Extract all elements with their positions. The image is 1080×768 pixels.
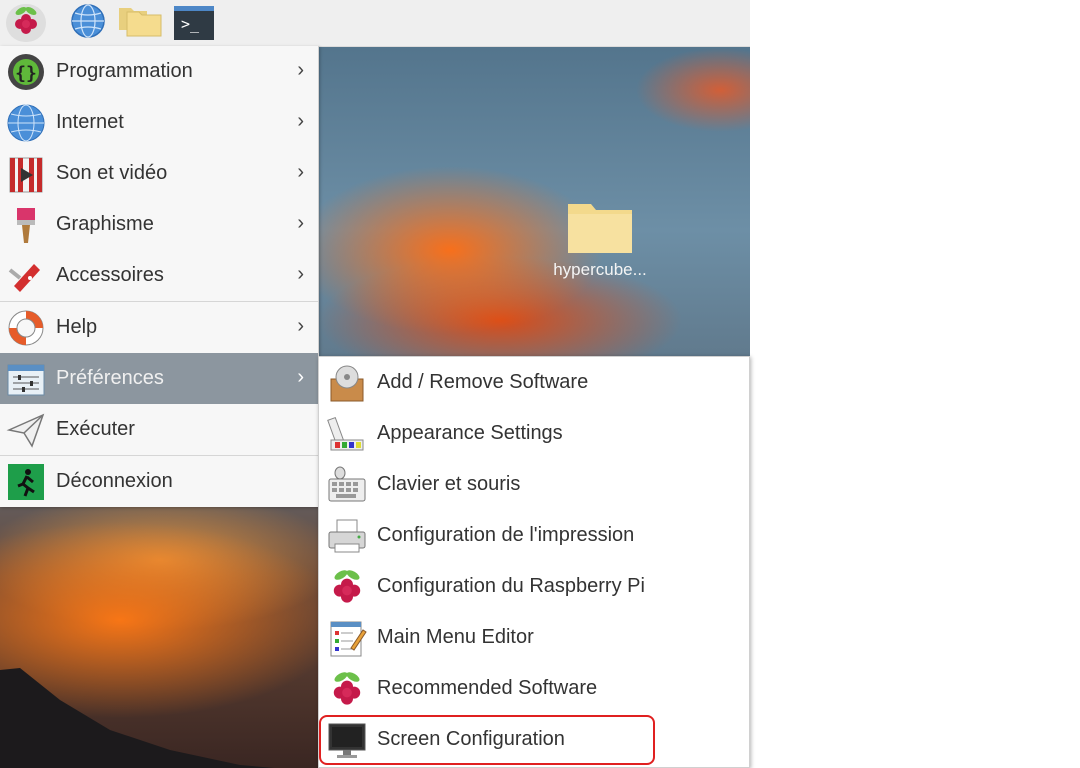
submenu-item-label: Clavier et souris	[377, 473, 521, 495]
menu-item-label: Internet	[56, 111, 124, 133]
menu-item-label: Déconnexion	[56, 470, 173, 492]
submenu-item-configuration-impression[interactable]: Configuration de l'impression	[319, 510, 749, 561]
chevron-right-icon: ›	[297, 212, 304, 234]
globe-icon	[4, 101, 48, 145]
menu-item-preferences[interactable]: Préférences ›	[0, 353, 318, 404]
menu-item-label: Préférences	[56, 367, 164, 389]
submenu-item-appearance-settings[interactable]: Appearance Settings	[319, 408, 749, 459]
exit-icon	[4, 460, 48, 504]
menu-item-son-et-video[interactable]: Son et vidéo ›	[0, 148, 318, 199]
palette-icon	[325, 412, 369, 456]
video-icon	[4, 152, 48, 196]
keyboard-mouse-icon	[325, 463, 369, 507]
lifebuoy-icon	[4, 306, 48, 350]
folder-icon	[567, 200, 633, 254]
menu-item-executer[interactable]: Exécuter	[0, 404, 318, 455]
submenu-item-label: Add / Remove Software	[377, 371, 589, 393]
terminal-button[interactable]: >_	[174, 4, 214, 42]
web-browser-button[interactable]	[68, 3, 108, 44]
menu-item-deconnexion[interactable]: Déconnexion	[0, 456, 318, 507]
menu-item-label: Help	[56, 316, 98, 338]
package-icon	[325, 361, 369, 405]
submenu-item-add-remove-software[interactable]: Add / Remove Software	[319, 357, 749, 408]
desktop-folder[interactable]: hypercube...	[545, 200, 655, 280]
menu-item-label: Accessoires	[56, 264, 164, 286]
taskbar: >_	[0, 0, 750, 47]
menu-item-label: Graphisme	[56, 213, 154, 235]
desktop-folder-label: hypercube...	[553, 260, 647, 279]
menu-item-label: Programmation	[56, 60, 193, 82]
menu-item-label: Exécuter	[56, 418, 135, 440]
globe-icon	[70, 3, 106, 44]
menu-item-help[interactable]: Help ›	[0, 302, 318, 353]
menu-editor-icon	[325, 616, 369, 660]
submenu-item-clavier-et-souris[interactable]: Clavier et souris	[319, 459, 749, 510]
paintbrush-icon	[4, 203, 48, 247]
menu-item-label: Son et vidéo	[56, 162, 168, 184]
submenu-item-main-menu-editor[interactable]: Main Menu Editor	[319, 612, 749, 663]
file-manager-button[interactable]	[117, 4, 163, 43]
submenu-item-label: Configuration de l'impression	[377, 524, 635, 546]
chevron-right-icon: ›	[297, 366, 304, 388]
submenu-item-label: Main Menu Editor	[377, 626, 534, 648]
submenu-item-label: Recommended Software	[377, 677, 598, 699]
highlight-annotation	[319, 715, 655, 765]
chevron-right-icon: ›	[297, 59, 304, 81]
swiss-knife-icon	[4, 254, 48, 298]
programming-icon: {}	[4, 50, 48, 94]
raspberry-menu-button[interactable]	[6, 4, 46, 42]
preferences-icon	[4, 357, 48, 401]
submenu-item-label: Appearance Settings	[377, 422, 563, 444]
chevron-right-icon: ›	[297, 161, 304, 183]
menu-item-internet[interactable]: Internet ›	[0, 97, 318, 148]
submenu-item-recommended-software[interactable]: Recommended Software	[319, 663, 749, 714]
preferences-submenu: Add / Remove Software Appearance Setting…	[318, 356, 750, 768]
chevron-right-icon: ›	[297, 263, 304, 285]
chevron-right-icon: ›	[297, 315, 304, 337]
terminal-glyph: >_	[181, 15, 200, 33]
mountain-silhouette	[0, 668, 275, 768]
svg-text:{}: {}	[15, 63, 37, 84]
raspberry-icon	[11, 5, 41, 42]
menu-item-graphisme[interactable]: Graphisme ›	[0, 199, 318, 250]
menu-item-programmation[interactable]: {} Programmation ›	[0, 46, 318, 97]
printer-icon	[325, 514, 369, 558]
main-menu: {} Programmation › Internet › Son et vid…	[0, 46, 319, 507]
menu-item-accessoires[interactable]: Accessoires ›	[0, 250, 318, 301]
chevron-right-icon: ›	[297, 110, 304, 132]
submenu-item-label: Configuration du Raspberry Pi	[377, 575, 645, 597]
folder-icon	[117, 4, 163, 43]
paper-plane-icon	[4, 408, 48, 452]
submenu-item-configuration-raspberry-pi[interactable]: Configuration du Raspberry Pi	[319, 561, 749, 612]
raspberry-icon	[325, 667, 369, 711]
terminal-icon: >_	[174, 6, 214, 40]
raspberry-icon	[325, 565, 369, 609]
